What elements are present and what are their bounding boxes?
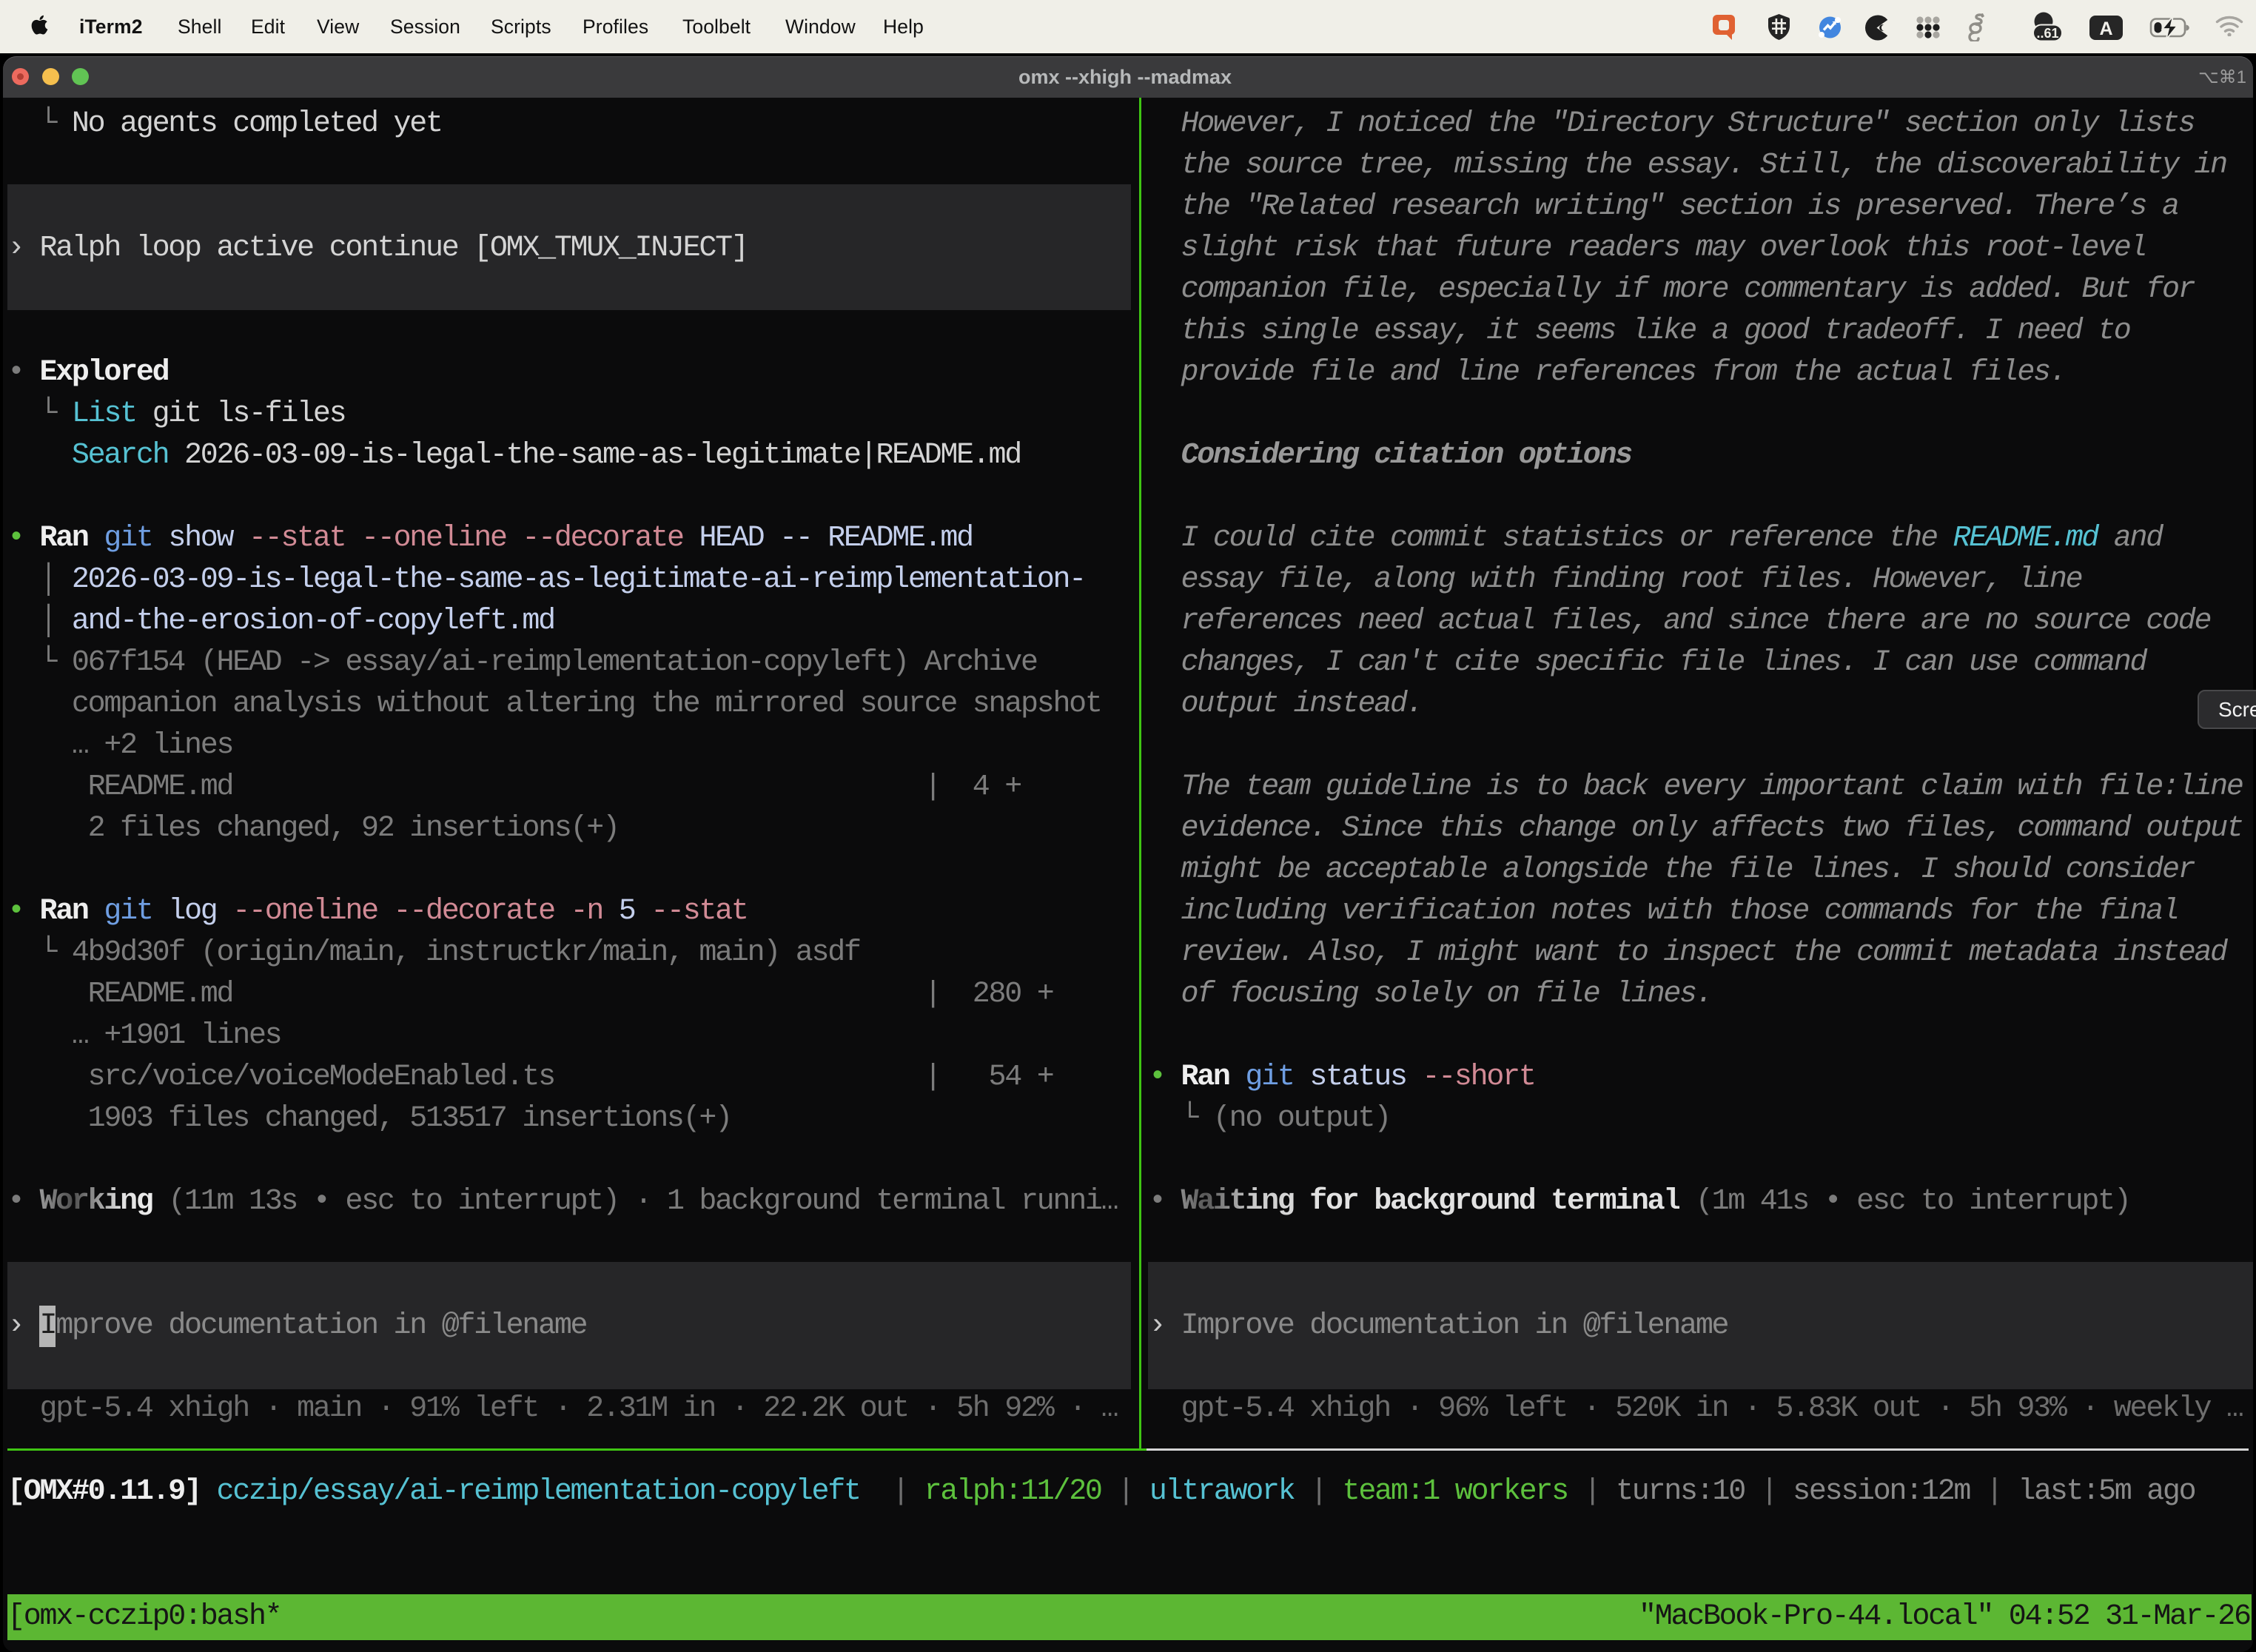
svg-text:A: A — [2099, 19, 2112, 39]
svg-text:..61: ..61 — [2036, 26, 2058, 41]
